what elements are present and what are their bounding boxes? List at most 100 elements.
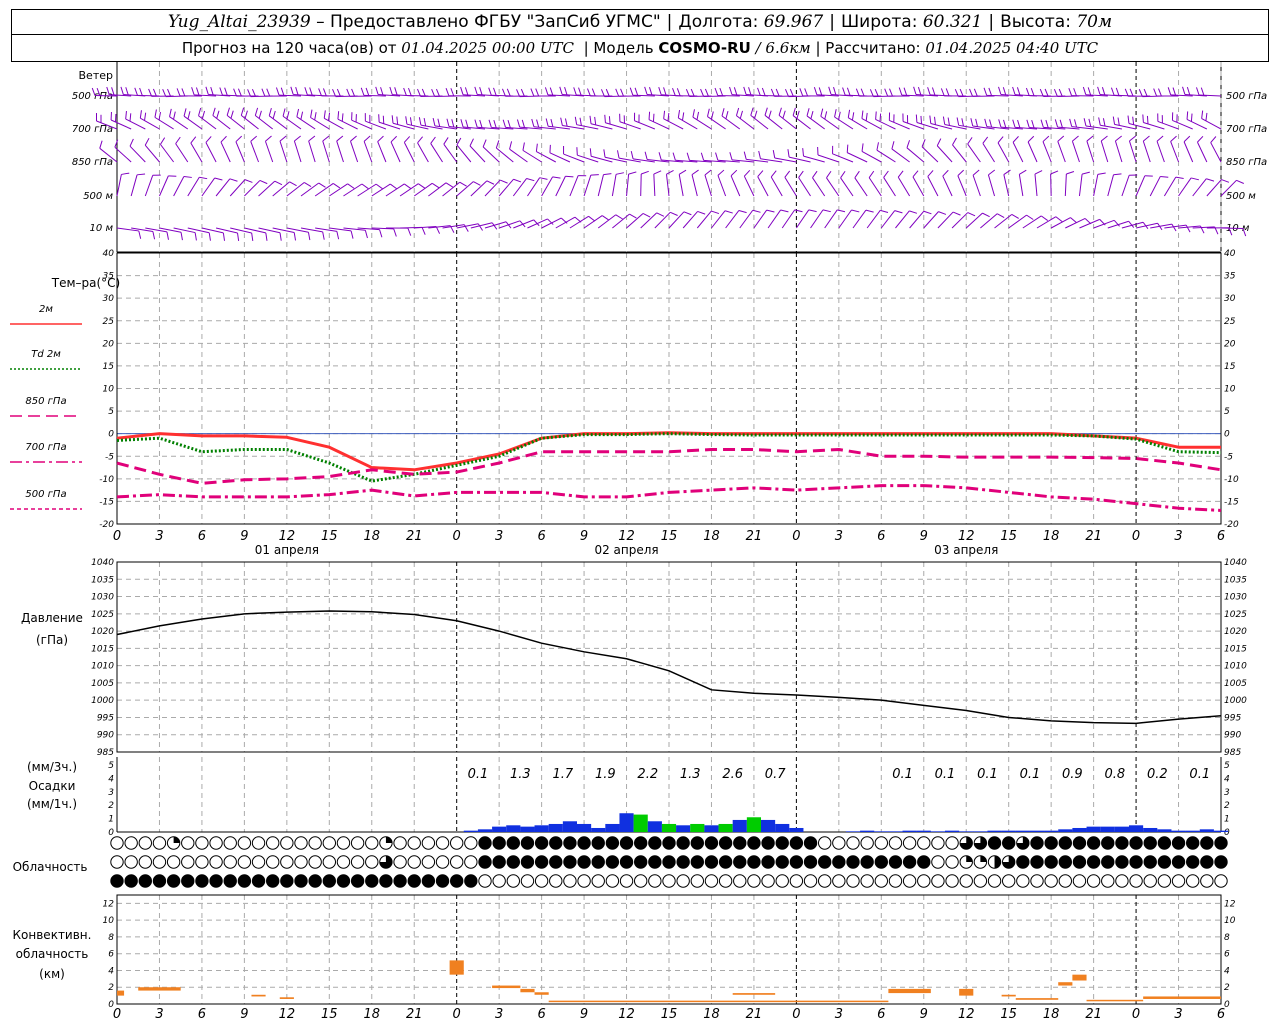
precip-bar [647, 821, 662, 832]
precip-bar [718, 823, 733, 832]
wind-barb-flag [1030, 87, 1035, 96]
wind-barb-staff [781, 209, 796, 229]
cloud-cover-circle [393, 874, 407, 888]
cloud-cover-circle [1086, 874, 1101, 888]
temp-hour-label: 21 [406, 529, 423, 544]
pressure-ytick-right: 1030 [1224, 593, 1247, 603]
wind-barb-flag [982, 136, 989, 144]
wind-barb-flag [431, 182, 440, 189]
temp-hour-label: 3 [835, 529, 843, 544]
wind-barb-flag [1042, 135, 1050, 142]
wind-barb-flag [1236, 179, 1244, 184]
wind-barb-flag [507, 119, 511, 128]
wind-barb-flag [959, 88, 964, 97]
wind-barb-flag [851, 209, 860, 213]
wind-barb-staff [430, 143, 443, 163]
cloud-cover-circle [322, 836, 337, 850]
wind-barb-flag [764, 107, 768, 116]
wind-barb-flag [194, 232, 197, 241]
wind-barb-flag [552, 176, 561, 179]
cloud-cover-circle [464, 836, 478, 850]
cloud-cover-circle [407, 855, 421, 869]
wind-barb-flag [589, 148, 592, 157]
wind-barb-flag [700, 152, 705, 161]
wind-barb-flag [332, 183, 341, 189]
wind-barb-flag [1115, 135, 1122, 142]
wind-barb-flag [482, 139, 487, 148]
temp-ytick-right: 15 [1224, 362, 1236, 372]
wind-barb-flag [1053, 88, 1058, 97]
precip-ytick-right: 5 [1224, 761, 1230, 771]
wind-barb-staff [264, 141, 274, 163]
wind-barb-flag [707, 108, 710, 117]
wind-barb-flag [1102, 118, 1106, 127]
wind-barb-flag [768, 110, 772, 119]
wind-barb-staff [936, 145, 953, 163]
wind-barb-flag [237, 88, 242, 97]
wind-barb-flag [1205, 112, 1208, 121]
wind-barb-flag [802, 148, 804, 157]
wind-barb-flag [456, 137, 462, 146]
wind-barb-staff [116, 174, 122, 197]
precip-3h-total: 0.1 [468, 767, 489, 782]
pressure-ytick-right: 1010 [1224, 662, 1247, 672]
wind-barb-staff [840, 177, 854, 197]
wind-barb-flag [988, 87, 993, 96]
wind-barb-flag [729, 152, 733, 161]
pressure-ytick-left: 1010 [91, 662, 114, 672]
precip-ytick-left: 1 [108, 815, 114, 825]
cloud-cover-circle [1001, 836, 1016, 850]
temp-hour-label: 9 [580, 529, 588, 544]
wind-barb-staff [764, 114, 783, 130]
cloud-cover-circle [294, 836, 308, 850]
cloud-cover-circle [846, 836, 860, 850]
precip-bar [775, 823, 790, 832]
temp-hour-label: 0 [792, 529, 800, 544]
precip-bar [930, 831, 945, 832]
wind-barb-flag [917, 87, 922, 95]
wind-barb-flag [846, 144, 849, 153]
precip-bar [520, 826, 535, 832]
wind-barb-flag [138, 230, 142, 239]
wind-barb-flag [865, 209, 874, 213]
wind-barb-flag [535, 88, 540, 97]
temp-hour-label: 12 [279, 529, 296, 544]
temp-hour-label: 6 [537, 529, 545, 544]
wind-barb-staff [1128, 140, 1137, 163]
cloud-cover-circle [1129, 836, 1143, 850]
precip-bar [1199, 829, 1214, 832]
conv-hour-label: 21 [406, 1007, 423, 1022]
cloud-cover-circle [733, 874, 747, 888]
wind-barb-flag [989, 119, 993, 128]
wind-barb-flag [152, 88, 157, 97]
cloud-cover-circle [506, 874, 521, 888]
wind-barb-staff [906, 147, 925, 163]
wind-barb-flag [696, 111, 700, 120]
conv-cloud-bar [138, 987, 181, 991]
wind-barb-flag [648, 111, 651, 120]
wind-barb-flag [560, 117, 563, 126]
cloud-cover-circle [1129, 855, 1143, 869]
wind-barb-flag [181, 88, 186, 97]
wind-barb-flag [649, 87, 653, 95]
wind-barb-flag [389, 183, 398, 190]
wind-barb-flag [1156, 135, 1164, 142]
pressure-unit: (гПа) [36, 633, 68, 647]
wind-barb-flag [205, 136, 212, 143]
wind-barb-flag [666, 169, 674, 175]
conv-hour-label: 15 [1000, 1007, 1017, 1022]
wind-barb-flag [294, 135, 301, 142]
wind-barb-flag [516, 89, 521, 97]
wind-barb-staff [1012, 142, 1024, 163]
wind-barb-flag [1210, 136, 1217, 143]
wind-barb-staff [160, 144, 175, 163]
precip-ytick-right: 4 [1224, 774, 1230, 784]
wind-barb-flag [499, 179, 508, 184]
wind-barb-flag [465, 119, 469, 128]
wind-barb-flag [224, 87, 228, 96]
wind-barb-flag [957, 169, 965, 177]
wind-barb-flag [295, 87, 299, 95]
cloud-cover-circle [237, 874, 252, 888]
wind-barb-staff [220, 141, 231, 163]
cloud-cover-circle [421, 874, 436, 888]
